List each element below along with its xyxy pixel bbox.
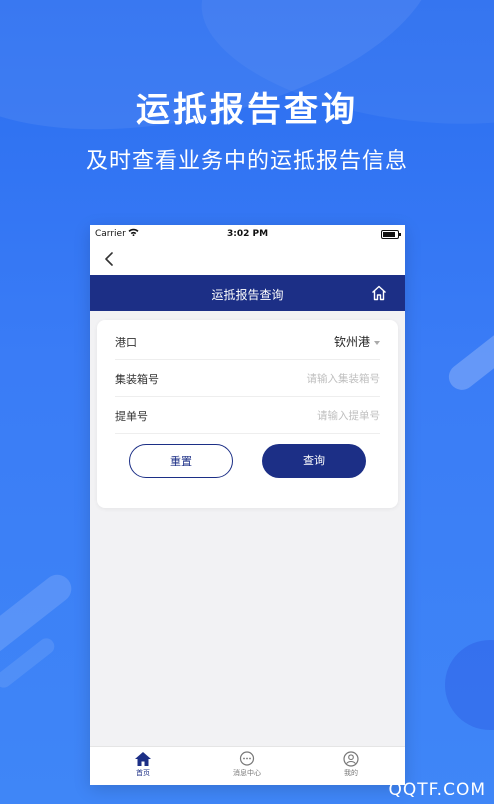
watermark: QQTF.COM — [388, 780, 486, 800]
reset-button[interactable]: 重置 — [129, 444, 233, 478]
bill-label: 提单号 — [115, 410, 148, 423]
query-button[interactable]: 查询 — [262, 444, 366, 478]
phone-screen: Carrier 3:02 PM 运抵报告查询 港口 钦州港 集装箱号 请输入集装… — [90, 225, 405, 785]
promo-title: 运抵报告查询 — [136, 90, 358, 130]
port-select[interactable]: 钦州港 — [334, 333, 380, 350]
promo-subtitle: 及时查看业务中的运抵报告信息 — [85, 149, 408, 174]
tab-bar: 首页 消息中心 我的 — [90, 746, 405, 785]
bill-row: 提单号 请输入提单号 — [115, 397, 380, 434]
tab-messages-label: 消息中心 — [233, 769, 261, 777]
battery-icon — [381, 230, 401, 239]
container-label: 集装箱号 — [115, 373, 159, 386]
home-icon — [135, 752, 151, 766]
port-label: 港口 — [115, 336, 137, 349]
back-row — [90, 243, 405, 275]
user-icon — [343, 751, 359, 767]
query-form-card: 港口 钦州港 集装箱号 请输入集装箱号 提单号 请输入提单号 重置 查询 — [97, 320, 398, 508]
container-input[interactable]: 请输入集装箱号 — [307, 371, 381, 386]
bill-input[interactable]: 请输入提单号 — [317, 408, 380, 423]
title-bar: 运抵报告查询 — [90, 275, 405, 311]
chat-icon — [239, 751, 255, 766]
decor-circle — [445, 640, 494, 730]
tab-profile[interactable]: 我的 — [321, 749, 381, 778]
tab-home-label: 首页 — [136, 769, 150, 777]
page-title: 运抵报告查询 — [211, 288, 284, 302]
container-row: 集装箱号 请输入集装箱号 — [115, 360, 380, 397]
tab-profile-label: 我的 — [344, 769, 358, 777]
status-time: 3:02 PM — [226, 229, 269, 239]
dropdown-caret-icon — [374, 340, 380, 345]
decor-pill — [443, 306, 494, 396]
port-value: 钦州港 — [333, 335, 370, 349]
port-row[interactable]: 港口 钦州港 — [115, 323, 380, 360]
status-bar: Carrier 3:02 PM — [90, 225, 405, 243]
home-icon[interactable] — [370, 284, 388, 302]
tab-messages[interactable]: 消息中心 — [217, 749, 277, 778]
back-arrow-icon[interactable] — [102, 251, 118, 267]
tab-home[interactable]: 首页 — [113, 749, 173, 778]
